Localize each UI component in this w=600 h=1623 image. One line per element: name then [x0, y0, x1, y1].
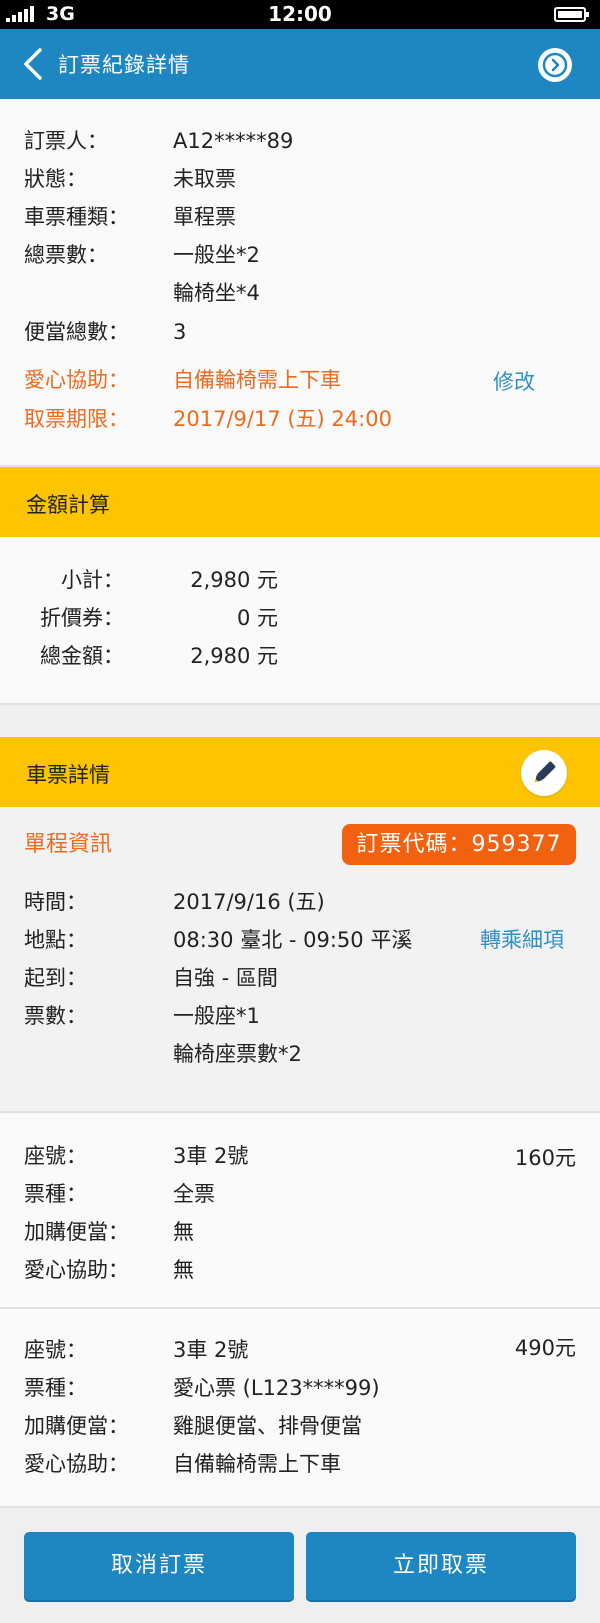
ticket-details-title: 車票詳情 — [26, 763, 110, 787]
back-button[interactable] — [20, 47, 52, 81]
status-bar: 3G 12:00 — [0, 0, 600, 29]
extra-bento-value: 雞腿便當、排骨便當 — [173, 1414, 362, 1438]
circle-chevron-right-icon — [542, 52, 568, 78]
amount-card: 小計： 2,980 元 折價券： 0 元 總金額： 2,980 元 — [0, 537, 600, 705]
ticket-type-label: 車票種類： — [24, 205, 129, 229]
total-amount-value: 2,980 元 — [190, 644, 278, 668]
extra-bento-value: 無 — [173, 1220, 194, 1244]
trip-count-value-general: 一般座*1 — [173, 1004, 260, 1028]
ticket-kind-value: 全票 — [173, 1182, 215, 1206]
ticket-type-value: 單程票 — [173, 205, 236, 229]
cancel-booking-button[interactable]: 取消訂票 — [24, 1532, 294, 1600]
total-tickets-value-general: 一般坐*2 — [173, 243, 260, 267]
assist-label: 愛心協助： — [24, 368, 129, 392]
assist-value: 自備輪椅需上下車 — [173, 1452, 341, 1476]
transfer-details-link[interactable]: 轉乘細項 — [480, 927, 564, 953]
pickup-ticket-button[interactable]: 立即取票 — [306, 1532, 576, 1600]
booker-value: A12*****89 — [173, 129, 294, 153]
total-tickets-value-wheelchair: 輪椅坐*4 — [173, 281, 260, 305]
passenger-card: 座號： 3車 2號 160元 票種： 全票 加購便當： 無 愛心協助： 無 — [0, 1113, 600, 1309]
trip-time-value: 2017/9/16 (五) — [173, 890, 325, 914]
nav-bar: 訂票紀錄詳情 — [0, 29, 600, 99]
extra-bento-label: 加購便當： — [24, 1414, 129, 1438]
ticket-kind-label: 票種： — [24, 1182, 87, 1206]
pencil-icon — [534, 761, 556, 783]
ticket-kind-value: 愛心票 (L123****99) — [173, 1376, 380, 1400]
coupon-label: 折價券： — [40, 606, 124, 630]
bento-total-value: 3 — [173, 320, 187, 344]
extra-bento-label: 加購便當： — [24, 1220, 129, 1244]
total-amount-label: 總金額： — [40, 644, 124, 668]
modify-link[interactable]: 修改 — [493, 369, 535, 395]
battery-icon — [554, 7, 589, 22]
status-value: 未取票 — [173, 167, 236, 191]
trip-count-label: 票數： — [24, 1004, 87, 1028]
bento-total-label: 便當總數： — [24, 320, 129, 344]
passenger-card: 座號： 3車 2號 490元 票種： 愛心票 (L123****99) 加購便當… — [0, 1309, 600, 1508]
ticket-price: 160元 — [514, 1146, 576, 1170]
booking-info-card: 訂票人： A12*****89 狀態： 未取票 車票種類： 單程票 總票數： 一… — [0, 99, 600, 467]
amount-section-header: 金額計算 — [0, 467, 600, 537]
booking-code-badge: 訂票代碼：959377 — [342, 824, 576, 865]
amount-section-title: 金額計算 — [26, 493, 110, 517]
ticket-kind-label: 票種： — [24, 1376, 87, 1400]
clock: 12:00 — [268, 2, 332, 26]
assist-value: 自備輪椅需上下車 — [173, 368, 341, 392]
seat-label: 座號： — [24, 1144, 87, 1168]
forward-button[interactable] — [538, 48, 572, 82]
pickup-deadline-label: 取票期限： — [24, 407, 129, 431]
assist-value: 無 — [173, 1258, 194, 1282]
chevron-left-icon — [24, 48, 42, 80]
trip-place-label: 地點： — [24, 928, 87, 952]
trip-place-value: 08:30 臺北 - 09:50 平溪 — [173, 928, 413, 952]
booker-label: 訂票人： — [24, 129, 108, 153]
subtotal-value: 2,980 元 — [190, 568, 278, 592]
ticket-price: 490元 — [514, 1336, 576, 1360]
trip-info-title: 單程資訊 — [24, 832, 113, 857]
edit-button[interactable] — [521, 750, 567, 796]
page-title: 訂票紀錄詳情 — [58, 53, 190, 77]
seat-value: 3車 2號 — [173, 1144, 249, 1168]
assist-label: 愛心協助： — [24, 1452, 129, 1476]
ticket-details-header: 車票詳情 — [0, 737, 600, 807]
coupon-value: 0 元 — [236, 606, 278, 630]
trip-info-panel: 單程資訊 訂票代碼：959377 時間： 2017/9/16 (五) 地點： 0… — [0, 808, 600, 1113]
total-tickets-label: 總票數： — [24, 243, 108, 267]
seat-label: 座號： — [24, 1338, 87, 1362]
status-label: 狀態： — [24, 167, 87, 191]
trip-route-label: 起到： — [24, 966, 87, 990]
trip-time-label: 時間： — [24, 890, 87, 914]
trip-route-value: 自強 - 區間 — [173, 966, 278, 990]
assist-label: 愛心協助： — [24, 1258, 129, 1282]
subtotal-label: 小計： — [61, 568, 124, 592]
pickup-deadline-value: 2017/9/17 (五) 24:00 — [173, 407, 392, 431]
trip-count-value-wheelchair: 輪椅座票數*2 — [173, 1042, 302, 1066]
seat-value: 3車 2號 — [173, 1338, 249, 1362]
